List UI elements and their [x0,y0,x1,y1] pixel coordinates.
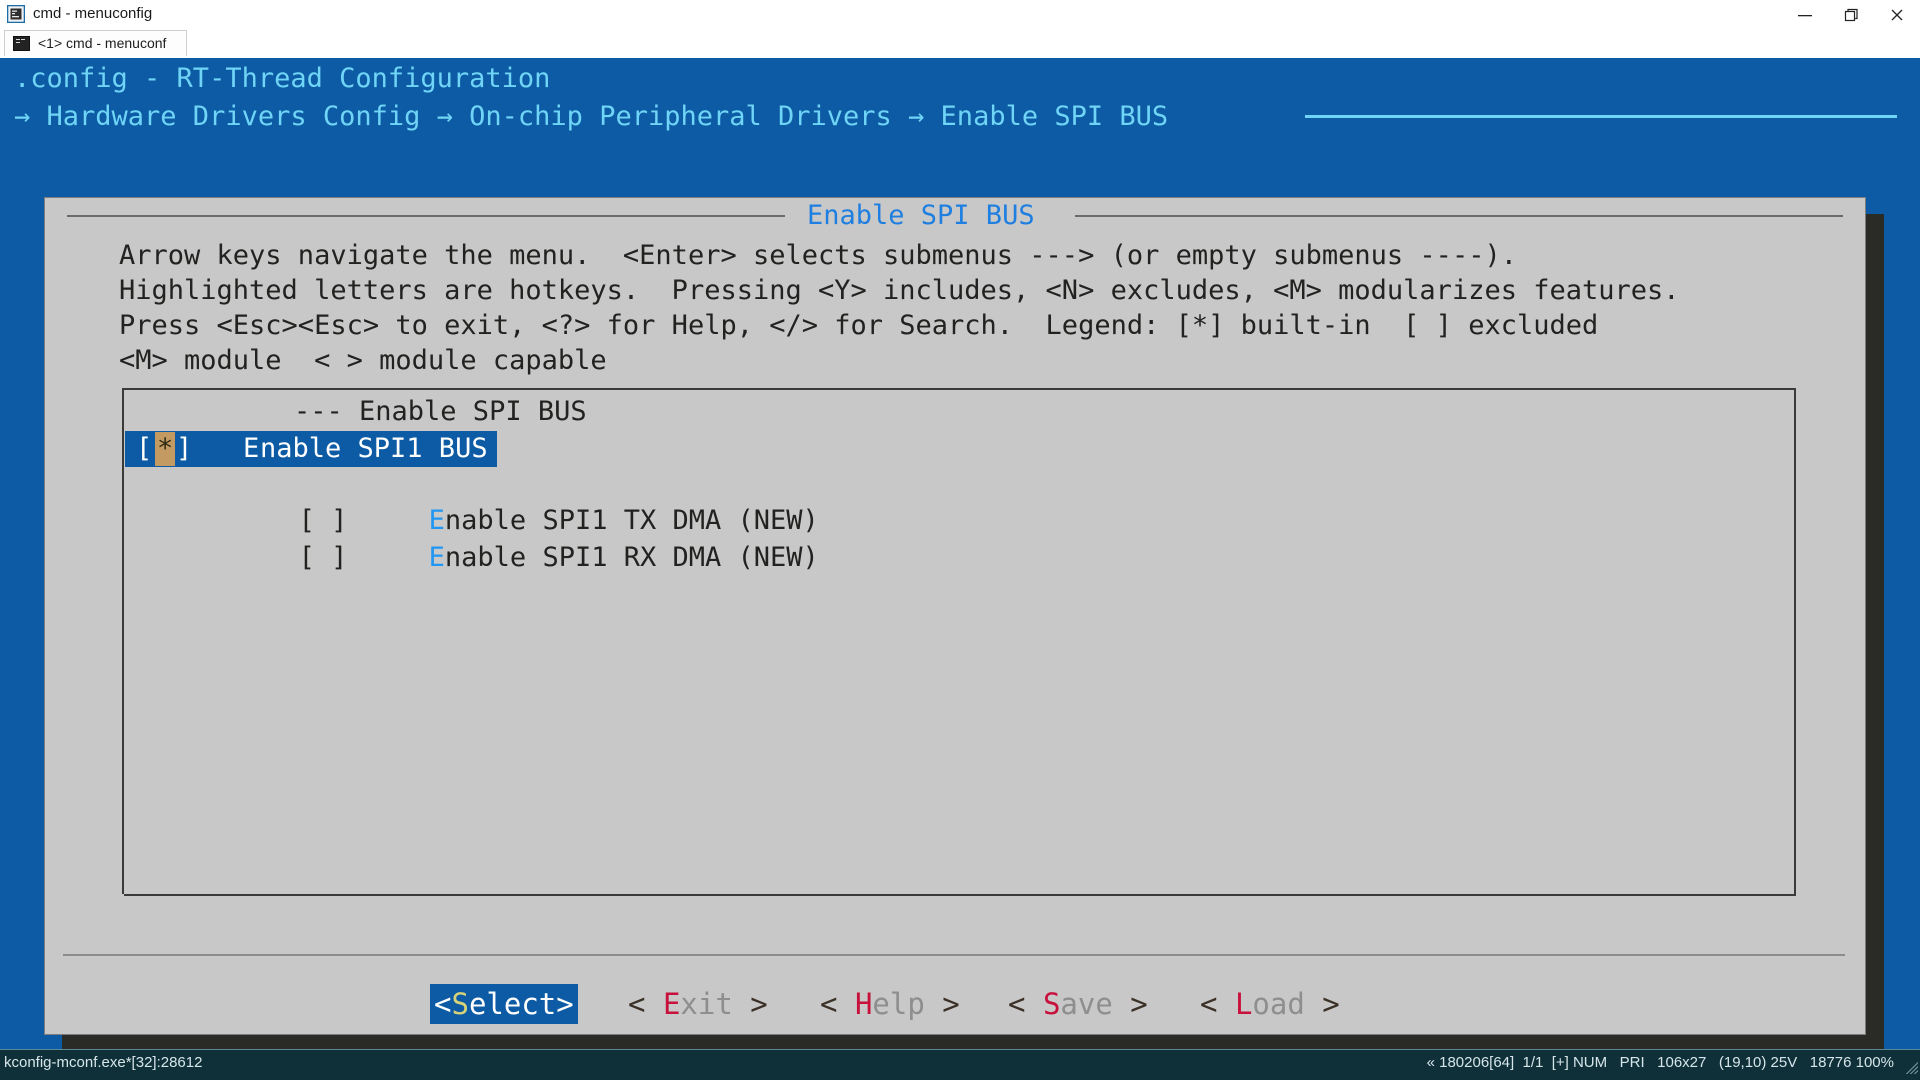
menu-item-marker-close: ] [176,433,193,464]
config-title: .config - RT-Thread Configuration [14,63,551,94]
save-button-hotkey: S [1042,987,1061,1021]
menu-section-header: --- Enable SPI BUS [294,396,587,427]
select-button-rest: elect> [468,987,574,1021]
dialog-button-bar: <Select> < Exit > < Help > < Save > < Lo… [45,984,1865,1028]
console-icon [6,4,26,24]
maximize-button[interactable] [1828,0,1874,29]
menu-item-marker-open: [ [298,542,315,573]
menu-item-enable-spi1-tx-dma[interactable]: [ ] Enable SPI1 TX DMA (NEW) [136,467,819,536]
help-line-2: Highlighted letters are hotkeys. Pressin… [119,275,1680,306]
status-metrics: « 180206[64] 1/1 [+] NUM PRI 106x27 (19,… [1426,1054,1894,1071]
menu-item-marker-state [315,542,331,573]
breadcrumb-rule [1305,115,1897,118]
menu-item-marker-open: [ [136,433,153,464]
close-button[interactable] [1874,0,1920,29]
save-button-rest: ave [1060,987,1113,1021]
dialog-title: Enable SPI BUS [807,200,1035,231]
exit-button-hotkey: E [662,987,681,1021]
menu-listbox[interactable]: --- Enable SPI BUS [ * ] E nable SPI1 BU… [122,388,1796,896]
terminal-surface: .config - RT-Thread Configuration → Hard… [0,58,1920,1052]
select-button-prefix: < [434,987,452,1021]
help-line-4: <M> module < > module capable [119,345,607,376]
help-button-hotkey: H [854,987,873,1021]
load-button-hotkey: L [1234,987,1253,1021]
exit-button-rest: xit [680,987,733,1021]
breadcrumb: → Hardware Drivers Config → On-chip Peri… [14,101,1169,132]
angle-right-icon: > [750,987,768,1021]
help-line-1: Arrow keys navigate the menu. <Enter> se… [119,240,1517,271]
tab-strip: <1> cmd - menuconf Search [0,29,1920,83]
menu-item-enable-spi1-rx-dma[interactable]: [ ] Enable SPI1 RX DMA (NEW) [136,504,819,573]
angle-right-icon: > [1322,987,1340,1021]
console-icon [13,36,30,51]
menu-item-hotkey: E [428,542,445,573]
angle-left-icon: < [820,987,838,1021]
window-title: cmd - menuconfig [33,5,153,22]
status-bar: kconfig-mconf.exe*[32]:28612 « 180206[64… [0,1049,1920,1080]
load-button[interactable]: < Load > [1200,984,1340,1024]
menu-item-hotkey: E [243,433,260,464]
save-button[interactable]: < Save > [1008,984,1148,1024]
help-line-3: Press <Esc><Esc> to exit, <?> for Help, … [119,310,1599,341]
angle-right-icon: > [942,987,960,1021]
tab-cmd-menuconf[interactable]: <1> cmd - menuconf [4,30,187,56]
help-button[interactable]: < Help > [820,984,960,1024]
load-button-rest: oad [1252,987,1305,1021]
window-titlebar: cmd - menuconfig [0,0,1920,29]
minimize-button[interactable] [1782,0,1828,29]
status-process-info: kconfig-mconf.exe*[32]:28612 [4,1054,203,1071]
menu-item-marker-state: * [157,433,174,464]
angle-right-icon: > [1130,987,1148,1021]
exit-button[interactable]: < Exit > [628,984,768,1024]
tab-label: <1> cmd - menuconf [38,35,167,51]
angle-left-icon: < [628,987,646,1021]
select-button-hotkey: S [451,987,469,1021]
app-root: cmd - menuconfig <1> cmd - menuconf Sear… [0,0,1920,1080]
help-button-rest: elp [872,987,925,1021]
angle-left-icon: < [1008,987,1026,1021]
menu-item-label: nable SPI1 RX DMA (NEW) [444,542,819,573]
button-bar-rule [63,954,1845,956]
select-button[interactable]: <Select> [430,984,578,1024]
menu-item-label: nable SPI1 BUS [260,433,488,464]
angle-left-icon: < [1200,987,1218,1021]
resize-grip[interactable] [1900,1056,1918,1074]
menu-item-marker-close: ] [331,542,348,573]
menu-item-enable-spi1-bus[interactable]: [ * ] E nable SPI1 BUS [125,431,497,467]
menuconfig-dialog: Enable SPI BUS Arrow keys navigate the m… [44,197,1866,1035]
